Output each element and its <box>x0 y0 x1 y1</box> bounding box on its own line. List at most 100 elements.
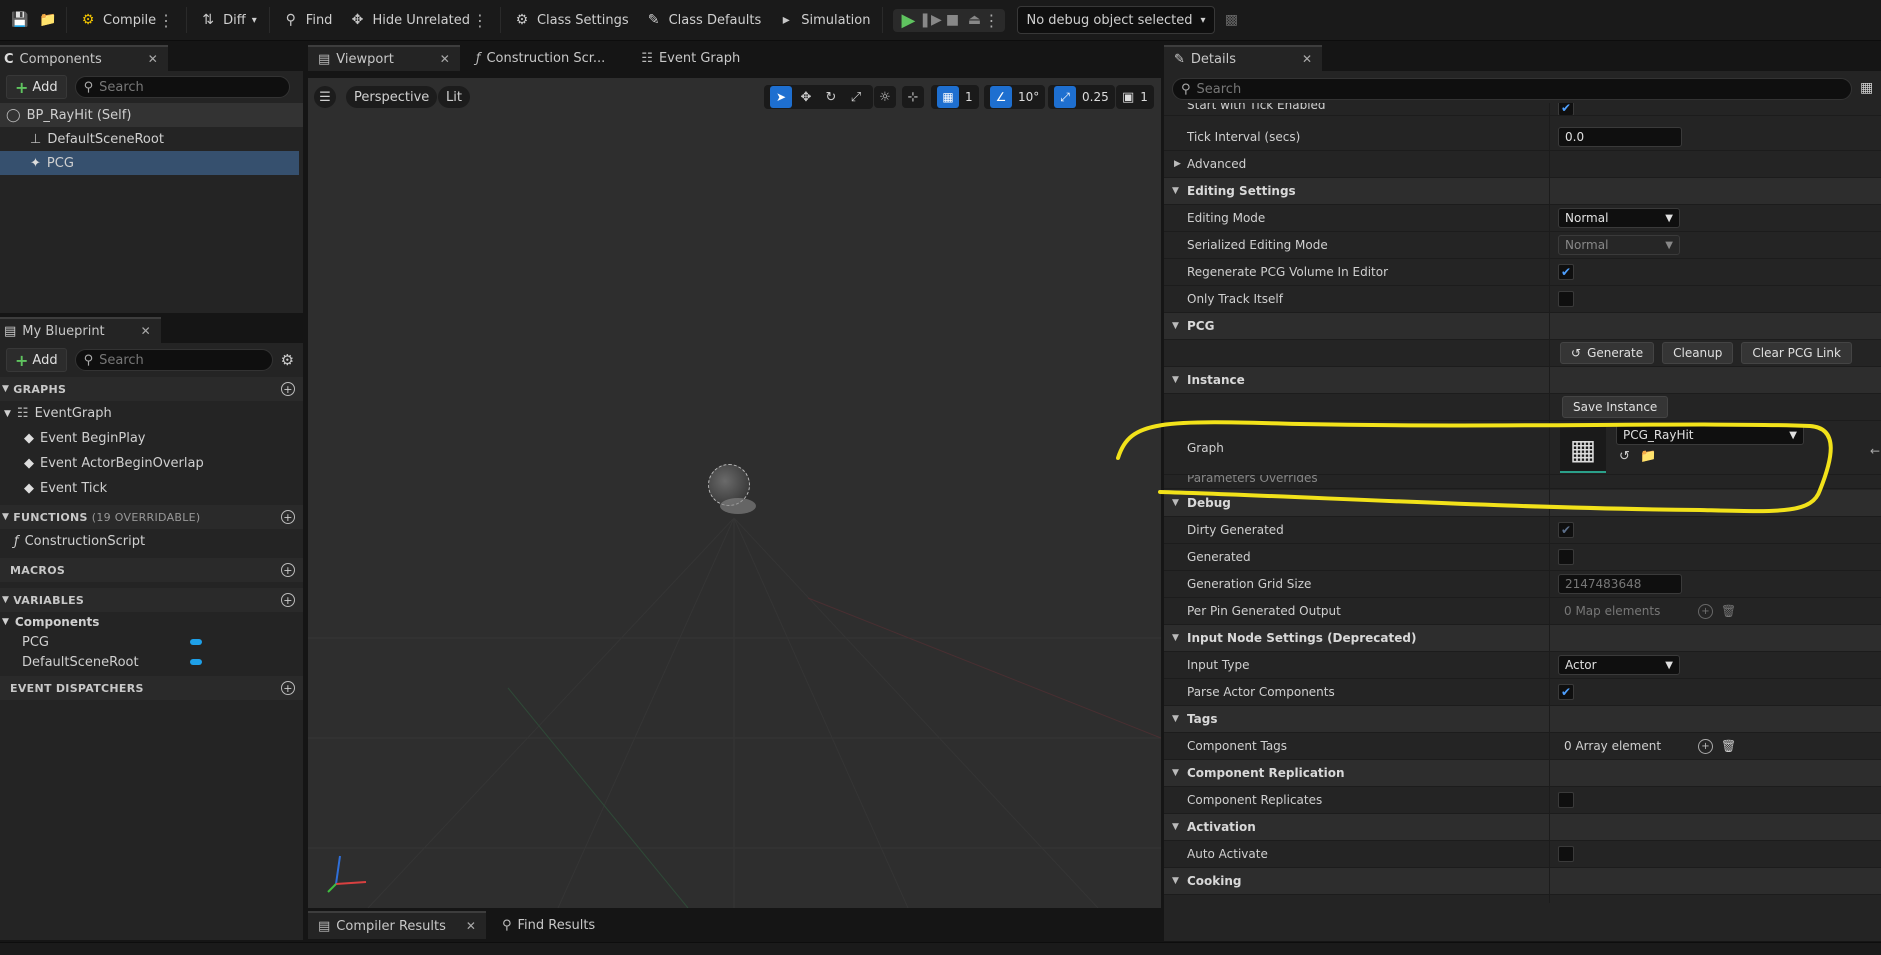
save-instance-button[interactable]: Save Instance <box>1562 396 1669 418</box>
list-item-variable[interactable]: PCG <box>0 632 303 652</box>
my-blueprint-search-input[interactable]: ⚲ Search <box>74 349 273 371</box>
tab-event-graph[interactable]: ☷ Event Graph <box>631 45 750 71</box>
camera-speed[interactable]: ▣ 1 <box>1116 85 1154 109</box>
variables-section-header[interactable]: ▼ VARIABLES + <box>0 588 303 612</box>
close-icon[interactable]: ✕ <box>1302 52 1312 66</box>
list-item-event[interactable]: ◆ Event BeginPlay <box>0 426 303 451</box>
rotate-tool-icon[interactable]: ↻ <box>820 86 842 108</box>
trash-icon[interactable]: 🗑 <box>1721 739 1736 753</box>
editing-mode-select[interactable]: Normal ▼ <box>1558 208 1680 228</box>
tab-viewport[interactable]: ▤ Viewport ✕ <box>308 45 460 71</box>
tab-components[interactable]: C Components ✕ <box>0 45 168 71</box>
close-icon[interactable]: ✕ <box>141 324 151 338</box>
graphs-section-header[interactable]: ▼ GRAPHS + <box>0 377 303 401</box>
lit-button[interactable]: Lit <box>438 86 470 108</box>
add-element-icon[interactable]: + <box>1698 738 1713 754</box>
tab-compiler-results[interactable]: ▤ Compiler Results ✕ <box>308 911 486 939</box>
grid-snap[interactable]: ▦ 1 <box>931 85 979 109</box>
tree-item-self[interactable]: ◯ BP_RayHit (Self) <box>0 103 303 127</box>
add-graph-icon[interactable]: + <box>281 382 295 396</box>
add-dispatcher-icon[interactable]: + <box>281 681 295 695</box>
list-item-event[interactable]: ◆ Event Tick <box>0 476 303 501</box>
list-item-event[interactable]: ◆ Event ActorBeginOverlap <box>0 451 303 476</box>
auto-activate-checkbox[interactable] <box>1558 846 1574 862</box>
details-search-input[interactable]: ⚲ Search <box>1172 78 1852 100</box>
step-icon[interactable]: ❚▶ <box>919 11 942 29</box>
debug-find-icon[interactable]: ▩ <box>1223 11 1241 29</box>
play-icon[interactable]: ▶ <box>899 10 917 31</box>
use-selected-icon[interactable]: ↺ <box>1619 449 1630 464</box>
hide-unrelated-button[interactable]: ✥ Hide Unrelated ⋮ <box>340 5 496 35</box>
category-instance[interactable]: ▼ Instance <box>1164 367 1881 394</box>
stop-icon[interactable]: ■ <box>943 11 961 29</box>
component-replicates-checkbox[interactable] <box>1558 792 1574 808</box>
regenerate-checkbox[interactable]: ✔ <box>1558 264 1574 280</box>
simulation-button[interactable]: ▸ Simulation <box>769 5 878 35</box>
tree-item-default-scene-root[interactable]: ⊥ DefaultSceneRoot <box>0 127 303 151</box>
components-search-input[interactable]: ⚲ Search <box>74 76 290 98</box>
translate-tool-icon[interactable]: ✥ <box>795 86 817 108</box>
list-item-event-graph[interactable]: ▼ ☷ EventGraph <box>0 401 303 426</box>
close-icon[interactable]: ✕ <box>440 52 450 66</box>
category-cooking[interactable]: ▼ Cooking <box>1164 868 1881 895</box>
scale-snap[interactable]: ⤢ 0.25 <box>1048 85 1115 109</box>
gear-icon[interactable]: ⚙ <box>281 351 294 369</box>
parse-actor-checkbox[interactable]: ✔ <box>1558 684 1574 700</box>
macros-section-header[interactable]: MACROS + <box>0 558 303 582</box>
view-options-icon[interactable]: ▦ <box>1860 80 1873 96</box>
list-item-function[interactable]: ƒ ConstructionScript <box>0 529 303 554</box>
functions-section-header[interactable]: ▼ FUNCTIONS (19 OVERRIDABLE) + <box>0 505 303 529</box>
browse-asset-icon[interactable]: 📁 <box>1640 449 1656 464</box>
add-component-button[interactable]: + Add <box>6 75 67 99</box>
category-activation[interactable]: ▼ Activation <box>1164 814 1881 841</box>
tree-item-pcg[interactable]: ✦ PCG <box>0 151 299 175</box>
class-defaults-button[interactable]: ✎ Class Defaults <box>637 5 770 35</box>
tick-interval-input[interactable]: 0.0 <box>1558 127 1682 147</box>
category-input-node-settings[interactable]: ▼ Input Node Settings (Deprecated) <box>1164 625 1881 652</box>
category-pcg[interactable]: ▼ PCG <box>1164 313 1881 340</box>
close-icon[interactable]: ✕ <box>466 919 476 933</box>
resize-arrow-icon[interactable]: ← <box>1870 444 1880 458</box>
world-local-icon[interactable]: ☼ <box>874 86 896 108</box>
start-tick-checkbox[interactable]: ✔ <box>1558 103 1574 115</box>
eject-icon[interactable]: ⏏ <box>965 11 983 29</box>
class-settings-button[interactable]: ⚙ Class Settings <box>505 5 637 35</box>
input-type-select[interactable]: Actor ▼ <box>1558 655 1680 675</box>
variable-category[interactable]: ▼ Components <box>0 612 303 632</box>
category-component-replication[interactable]: ▼ Component Replication <box>1164 760 1881 787</box>
select-tool-icon[interactable]: ➤ <box>770 86 792 108</box>
graph-thumbnail[interactable]: ▦ <box>1560 427 1606 473</box>
generate-button[interactable]: ↺ Generate <box>1560 342 1655 364</box>
category-editing-settings[interactable]: ▼ Editing Settings <box>1164 178 1881 205</box>
surface-snap-icon[interactable]: ⊹ <box>902 86 924 108</box>
add-variable-icon[interactable]: + <box>281 593 295 607</box>
graph-asset-select[interactable]: PCG_RayHit ▼ <box>1616 425 1804 445</box>
property-row[interactable]: ▶ Advanced <box>1164 151 1881 178</box>
close-icon[interactable]: ✕ <box>148 52 158 66</box>
dispatchers-section-header[interactable]: EVENT DISPATCHERS + <box>0 676 303 700</box>
play-options-icon[interactable]: ⋮ <box>983 11 999 30</box>
tab-my-blueprint[interactable]: ▤ My Blueprint ✕ <box>0 317 161 343</box>
rotation-snap[interactable]: ∠ 10° <box>984 85 1046 109</box>
list-item-variable[interactable]: DefaultSceneRoot <box>0 652 303 672</box>
tab-details[interactable]: ✎ Details ✕ <box>1164 45 1323 71</box>
add-member-button[interactable]: + Add <box>6 348 67 372</box>
tab-construction-script[interactable]: ƒ Construction Scr... <box>466 45 615 71</box>
debug-object-select[interactable]: No debug object selected ▾ <box>1017 6 1215 34</box>
category-debug[interactable]: ▼ Debug <box>1164 490 1881 517</box>
hide-unrelated-options-icon[interactable]: ⋮ <box>472 11 488 30</box>
add-function-icon[interactable]: + <box>281 510 295 524</box>
browse-icon[interactable]: 📁 <box>34 11 62 29</box>
compile-options-icon[interactable]: ⋮ <box>158 11 174 30</box>
viewport[interactable]: ☰ Perspective Lit ➤ ✥ ↻ ⤢ ☼ ⊹ ▦ 1 ∠ 10° … <box>308 78 1161 908</box>
clear-pcg-link-button[interactable]: Clear PCG Link <box>1741 342 1852 364</box>
category-tags[interactable]: ▼ Tags <box>1164 706 1881 733</box>
find-button[interactable]: ⚲ Find <box>274 5 341 35</box>
compile-button[interactable]: ⚙ Compile ⋮ <box>71 5 182 35</box>
perspective-button[interactable]: Perspective <box>346 86 438 108</box>
add-macro-icon[interactable]: + <box>281 563 295 577</box>
save-icon[interactable]: 💾 <box>6 11 34 29</box>
cleanup-button[interactable]: Cleanup <box>1662 342 1734 364</box>
scale-tool-icon[interactable]: ⤢ <box>845 86 867 108</box>
diff-button[interactable]: ⇅ Diff ▾ <box>191 5 265 35</box>
